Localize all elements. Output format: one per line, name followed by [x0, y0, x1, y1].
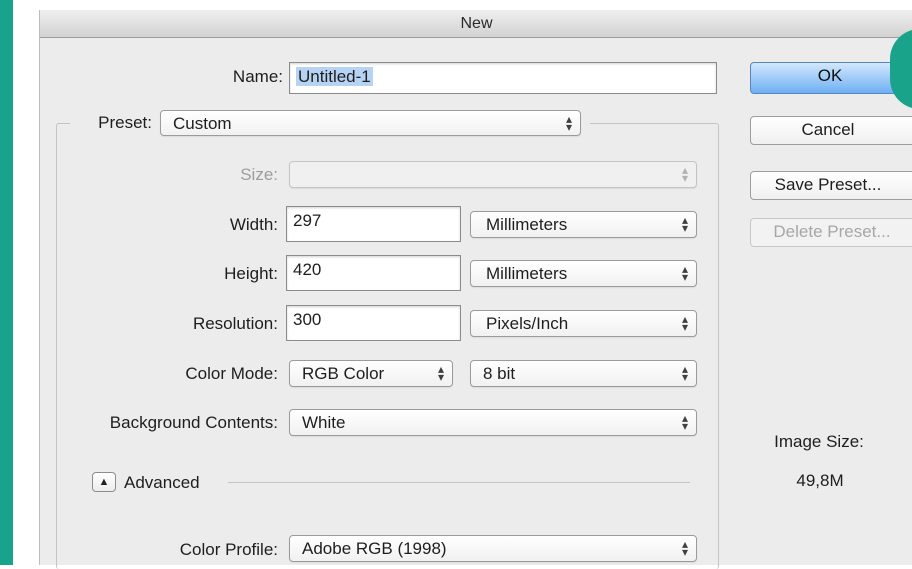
- teal-decoration-bar: [0, 0, 13, 565]
- updown-arrows-icon: ▴ ▾: [565, 112, 572, 134]
- updown-arrows-icon: ▴ ▾: [681, 163, 688, 185]
- resolution-input[interactable]: 300: [286, 305, 461, 341]
- width-value: 297: [293, 211, 322, 230]
- color-mode-label: Color Mode:: [185, 364, 278, 383]
- width-unit-value: Millimeters: [486, 215, 568, 234]
- resolution-unit-select[interactable]: Pixels/Inch ▴ ▾: [470, 310, 697, 337]
- height-input[interactable]: 420: [286, 255, 461, 291]
- width-input[interactable]: 297: [286, 206, 461, 242]
- size-select[interactable]: ▴ ▾: [289, 161, 697, 188]
- resolution-value: 300: [293, 310, 322, 329]
- delete-preset-button-label: Delete Preset...: [773, 222, 891, 241]
- ok-button-label: OK: [817, 66, 843, 85]
- advanced-divider: [228, 482, 690, 483]
- color-profile-select[interactable]: Adobe RGB (1998) ▴ ▾: [289, 535, 697, 562]
- advanced-toggle-button[interactable]: ▲: [92, 472, 116, 492]
- cancel-button[interactable]: Cancel: [750, 116, 912, 145]
- bit-depth-value: 8 bit: [483, 364, 516, 383]
- title-bar[interactable]: New: [40, 10, 912, 38]
- save-preset-button-label: Save Preset...: [774, 175, 882, 194]
- preset-select[interactable]: Custom ▴ ▾: [160, 110, 581, 136]
- background-contents-value: White: [302, 413, 346, 432]
- name-input[interactable]: Untitled-1: [289, 62, 717, 94]
- preset-group-box: [56, 123, 719, 569]
- resolution-unit-value: Pixels/Inch: [486, 314, 569, 333]
- background-contents-select[interactable]: White ▴ ▾: [289, 409, 697, 436]
- updown-arrows-icon: ▴ ▾: [681, 362, 688, 384]
- background-strip: [13, 0, 39, 565]
- height-label: Height:: [224, 264, 278, 283]
- ok-button[interactable]: OK: [750, 62, 912, 94]
- updown-arrows-icon: ▴ ▾: [681, 537, 688, 559]
- image-size-label: Image Size:: [774, 432, 864, 451]
- advanced-label: Advanced: [124, 473, 200, 492]
- height-value: 420: [293, 260, 322, 279]
- updown-arrows-icon: ▴ ▾: [681, 213, 688, 235]
- height-unit-value: Millimeters: [486, 264, 568, 283]
- updown-arrows-icon: ▴ ▾: [437, 362, 444, 384]
- resolution-label: Resolution:: [192, 314, 278, 333]
- updown-arrows-icon: ▴ ▾: [681, 411, 688, 433]
- preset-label: Preset:: [98, 113, 152, 132]
- color-mode-select[interactable]: RGB Color ▴ ▾: [289, 360, 453, 387]
- updown-arrows-icon: ▴ ▾: [681, 312, 688, 334]
- color-profile-value: Adobe RGB (1998): [302, 539, 447, 558]
- name-label: Name:: [232, 67, 283, 86]
- bit-depth-select[interactable]: 8 bit ▴ ▾: [470, 360, 697, 387]
- width-label: Width:: [229, 215, 278, 234]
- color-mode-value: RGB Color: [302, 364, 385, 383]
- preset-value: Custom: [173, 114, 232, 133]
- background-contents-label: Background Contents:: [109, 413, 278, 432]
- image-size-value: 49,8M: [796, 471, 844, 490]
- triangle-up-icon: ▲: [98, 476, 110, 488]
- delete-preset-button[interactable]: Delete Preset...: [750, 218, 912, 247]
- save-preset-button[interactable]: Save Preset...: [750, 171, 912, 200]
- name-value: Untitled-1: [296, 67, 373, 86]
- cancel-button-label: Cancel: [801, 120, 855, 139]
- size-label: Size:: [240, 165, 278, 184]
- width-unit-select[interactable]: Millimeters ▴ ▾: [470, 211, 697, 238]
- dialog-title: New: [460, 15, 493, 32]
- height-unit-select[interactable]: Millimeters ▴ ▾: [470, 260, 697, 287]
- color-profile-label: Color Profile:: [179, 540, 278, 559]
- updown-arrows-icon: ▴ ▾: [681, 262, 688, 284]
